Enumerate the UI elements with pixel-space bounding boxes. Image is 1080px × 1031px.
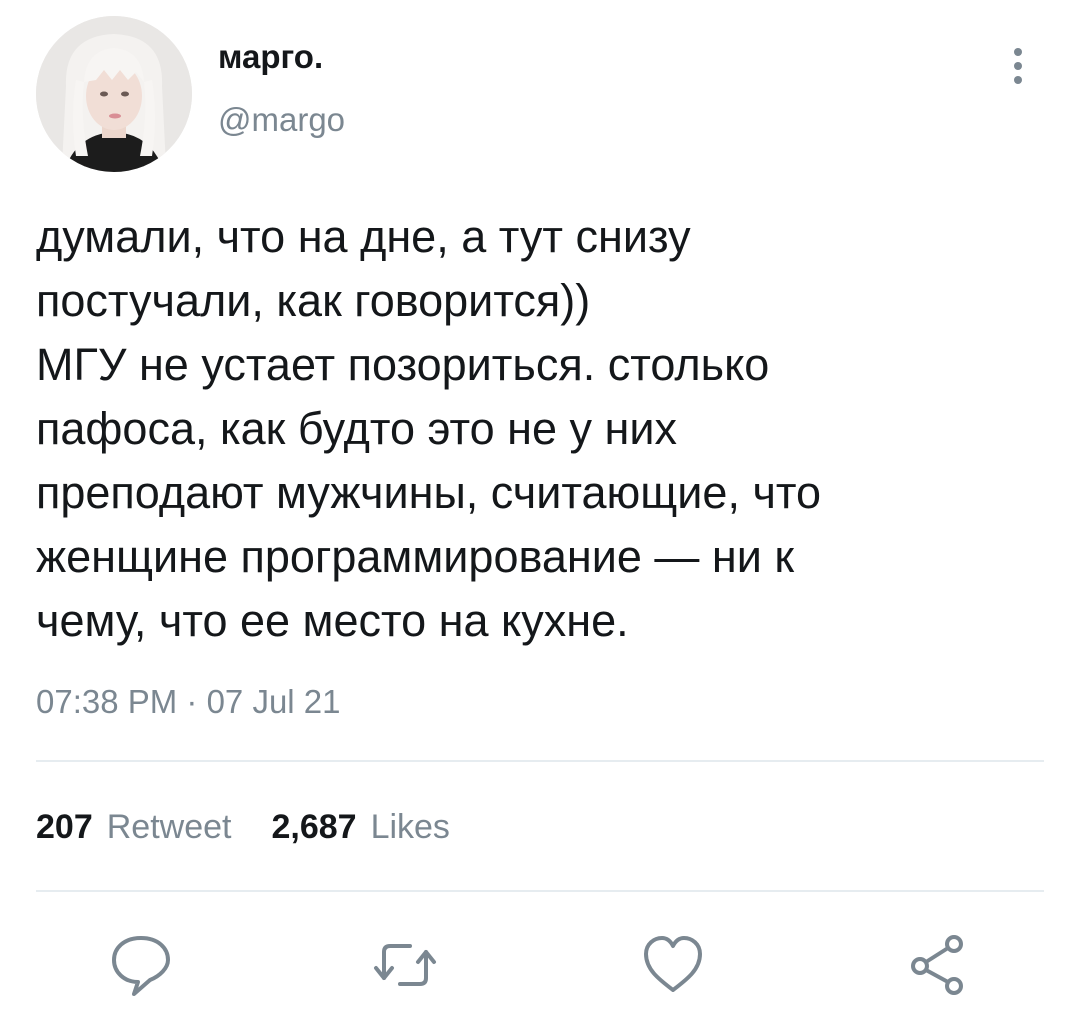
tweet-timestamp[interactable]: 07:38 PM · 07 Jul 21 [36,683,341,721]
likes-count[interactable]: 2,687 [271,808,356,847]
tweet-text-line: постучали, как говорится)) [36,275,591,326]
share-button[interactable] [904,930,974,1000]
retweet-count[interactable]: 207 [36,808,93,847]
user-handle[interactable]: @margo [218,101,345,139]
like-button[interactable] [638,930,708,1000]
retweet-arrows-icon [374,944,436,986]
tweet-text-line: пафоса, как будто это не у них [36,403,678,454]
tweet-text-line: думали, что на дне, а тут снизу [36,211,691,262]
tweet-text-line: преподают мужчины, считающие, что [36,467,822,518]
share-nodes-icon [911,935,963,995]
more-dot [1014,62,1022,70]
tweet-card: марго. @margo думали, что на дне, а тут … [0,0,1080,1031]
heart-outline-icon [644,936,702,992]
likes-label[interactable]: Likes [371,808,450,847]
more-dot [1014,76,1022,84]
tweet-text-line: чему, что ее место на кухне. [36,595,629,646]
tweet-text-line: МГУ не устает позориться. столько [36,339,770,390]
more-options-icon[interactable] [1000,42,1036,90]
display-name[interactable]: марго. [218,38,323,76]
divider [36,890,1044,892]
tweet-text-line: женщине программирование — ни к [36,531,795,582]
speech-bubble-icon [112,936,170,996]
avatar-photo [36,16,192,172]
action-bar [0,930,1080,1000]
divider [36,760,1044,762]
avatar[interactable] [36,16,192,172]
retweet-button[interactable] [370,930,440,1000]
reply-button[interactable] [106,930,176,1000]
more-dot [1014,48,1022,56]
tweet-text: думали, что на дне, а тут снизу постучал… [36,205,1046,653]
tweet-stats: 207 Retweet 2,687 Likes [36,808,450,847]
retweet-label[interactable]: Retweet [107,808,232,847]
